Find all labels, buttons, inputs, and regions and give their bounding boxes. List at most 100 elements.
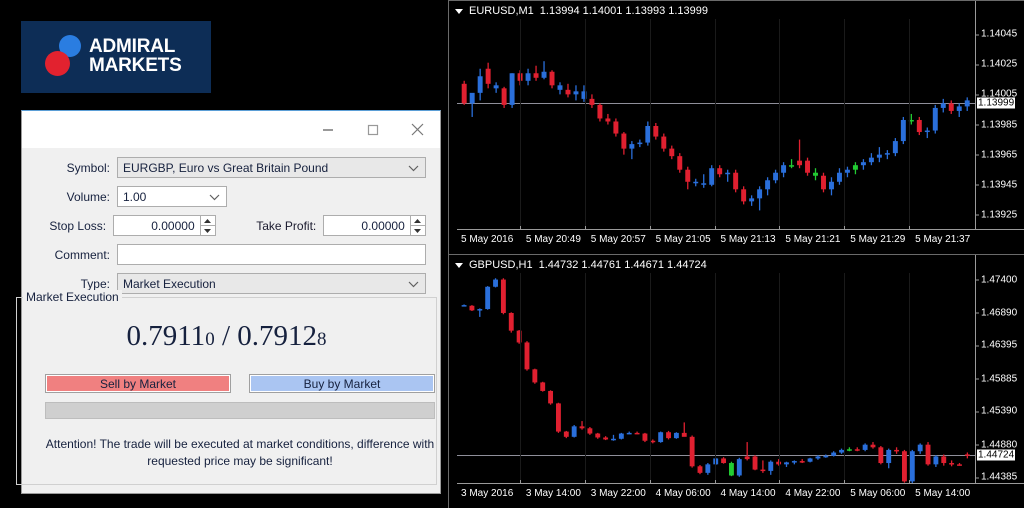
stepper-down-icon[interactable] <box>201 226 215 235</box>
type-value: Market Execution <box>123 276 216 291</box>
price-axis-tick: 1.14025 <box>975 58 1018 70</box>
stepper-up-icon[interactable] <box>201 216 215 225</box>
type-label: Type: <box>80 276 110 291</box>
time-axis[interactable]: 3 May 2016 3 May 14:00 3 May 22:00 4 May 06… <box>457 480 1024 508</box>
price-axis-tick: 1.13965 <box>975 149 1018 161</box>
current-price-label: 1.44724 <box>977 449 1016 461</box>
time-axis-separator <box>714 480 716 484</box>
minimize-icon[interactable] <box>305 111 350 148</box>
time-axis-tick: 5 May 21:29 <box>850 234 906 245</box>
stop-loss-input[interactable]: 0.00000 <box>113 215 201 236</box>
chevron-down-icon <box>408 277 419 291</box>
chart-gridline <box>519 273 521 484</box>
maximize-icon[interactable] <box>350 111 395 148</box>
sell-by-market-button[interactable]: Sell by Market <box>45 374 231 393</box>
price-axis-tick: 1.13945 <box>975 179 1018 191</box>
price-separator: / <box>221 320 230 352</box>
candlestick-series <box>461 61 970 211</box>
time-axis-tick: 3 May 2016 <box>461 488 514 499</box>
chart-gridline <box>714 19 716 230</box>
chart-symbol: EURUSD,M1 <box>469 5 534 17</box>
chart-ohlc: 1.13994 1.14001 1.13993 1.13999 <box>539 5 709 17</box>
price-axis-tick: 1.47400 <box>975 274 1018 286</box>
chart-gridline <box>844 273 846 484</box>
attention-message: Attention! The trade will be executed at… <box>45 437 435 468</box>
time-axis-tick: 5 May 21:13 <box>720 234 776 245</box>
stop-loss-label: Stop Loss: <box>49 218 107 233</box>
chart-gridline <box>714 273 716 484</box>
time-axis-tick: 4 May 22:00 <box>785 488 841 499</box>
logo-line-2: MARKETS <box>89 55 182 76</box>
comment-input[interactable] <box>117 244 426 265</box>
time-axis-tick: 3 May 22:00 <box>590 488 646 499</box>
price-axis-tick: 1.46890 <box>975 307 1018 319</box>
time-axis-separator <box>909 226 911 230</box>
time-axis-tick: 5 May 21:37 <box>915 234 971 245</box>
market-execution-group: Market Execution 0.79110 / 0.79128 Sell … <box>16 290 437 485</box>
close-icon[interactable] <box>395 111 440 148</box>
chart-eurusd-m1[interactable]: EURUSD,M1 1.13994 1.14001 1.13993 1.1399… <box>448 0 1024 254</box>
chart-gridline <box>909 19 911 230</box>
chevron-down-icon[interactable] <box>455 262 463 268</box>
symbol-value: EURGBP, Euro vs Great Britain Pound <box>123 160 329 175</box>
chart-gridline <box>519 19 521 230</box>
take-profit-stepper[interactable] <box>410 215 426 236</box>
bid-ask-price: 0.79110 / 0.79128 <box>17 320 436 353</box>
stop-loss-value: 0.00000 <box>151 218 195 233</box>
comment-label: Comment: <box>54 247 110 262</box>
dialog-titlebar[interactable] <box>22 111 440 148</box>
price-axis-tick: 1.14045 <box>975 28 1018 40</box>
sell-button-label: Sell by Market <box>99 376 177 391</box>
chart-header-eurusd: EURUSD,M1 1.13994 1.14001 1.13993 1.1399… <box>455 5 708 17</box>
time-axis-tick: 5 May 06:00 <box>850 488 906 499</box>
price-axis-tick: 1.13925 <box>975 209 1018 221</box>
symbol-label: Symbol: <box>66 160 110 175</box>
type-select[interactable]: Market Execution <box>117 273 426 294</box>
order-dialog: Symbol: EURGBP, Euro vs Great Britain Po… <box>16 110 441 494</box>
time-axis-separator <box>649 480 651 484</box>
stop-loss-stepper[interactable] <box>200 215 216 236</box>
candlestick-series <box>461 278 970 484</box>
take-profit-label: Take Profit: <box>256 218 317 233</box>
chart-gridline <box>779 19 781 230</box>
price-axis[interactable]: 1.47400 1.46890 1.46395 1.45885 1.45390 1.448… <box>975 255 1024 484</box>
chart-gridline <box>584 19 586 230</box>
progress-bar <box>45 402 435 419</box>
chart-gbpusd-h1[interactable]: GBPUSD,H1 1.44732 1.44761 1.44671 1.4472… <box>448 254 1024 508</box>
take-profit-input[interactable]: 0.00000 <box>323 215 411 236</box>
bid-small: 0 <box>205 329 215 350</box>
time-axis-separator <box>584 480 586 484</box>
chart-gridline <box>909 273 911 484</box>
current-price-label: 1.13999 <box>977 97 1016 109</box>
time-axis-separator <box>649 226 651 230</box>
stepper-down-icon[interactable] <box>411 226 425 235</box>
volume-value: 1.00 <box>123 189 147 204</box>
time-axis-separator <box>519 480 521 484</box>
buy-by-market-button[interactable]: Buy by Market <box>249 374 435 393</box>
chevron-down-icon[interactable] <box>455 8 463 14</box>
chart-symbol: GBPUSD,H1 <box>469 259 533 271</box>
symbol-select[interactable]: EURGBP, Euro vs Great Britain Pound <box>117 157 426 178</box>
price-axis-tick: 1.44385 <box>975 471 1018 483</box>
chart-plot-area <box>457 19 976 230</box>
volume-select[interactable]: 1.00 <box>117 186 227 207</box>
stepper-up-icon[interactable] <box>411 216 425 225</box>
price-axis-tick: 1.45885 <box>975 373 1018 385</box>
chart-plot-area <box>457 273 976 484</box>
price-axis[interactable]: 1.14045 1.14025 1.14005 1.13985 1.13965 1.139… <box>975 1 1024 230</box>
group-title: Market Execution <box>23 290 122 304</box>
time-axis[interactable]: 5 May 2016 5 May 20:49 5 May 20:57 5 May 21… <box>457 226 1024 254</box>
price-axis-tick: 1.13985 <box>975 119 1018 130</box>
chevron-down-icon <box>408 161 419 175</box>
time-axis-separator <box>779 480 781 484</box>
logo-line-1: ADMIRAL <box>89 36 176 57</box>
time-axis-tick: 5 May 21:05 <box>655 234 711 245</box>
time-axis-tick: 3 May 14:00 <box>525 488 581 499</box>
time-axis-tick: 5 May 21:21 <box>785 234 841 245</box>
time-axis-separator <box>779 226 781 230</box>
chart-gridline <box>649 273 651 484</box>
time-axis-separator <box>519 226 521 230</box>
ask-main: 0.7912 <box>237 320 317 352</box>
buy-button-label: Buy by Market <box>303 376 381 391</box>
time-axis-separator <box>584 226 586 230</box>
